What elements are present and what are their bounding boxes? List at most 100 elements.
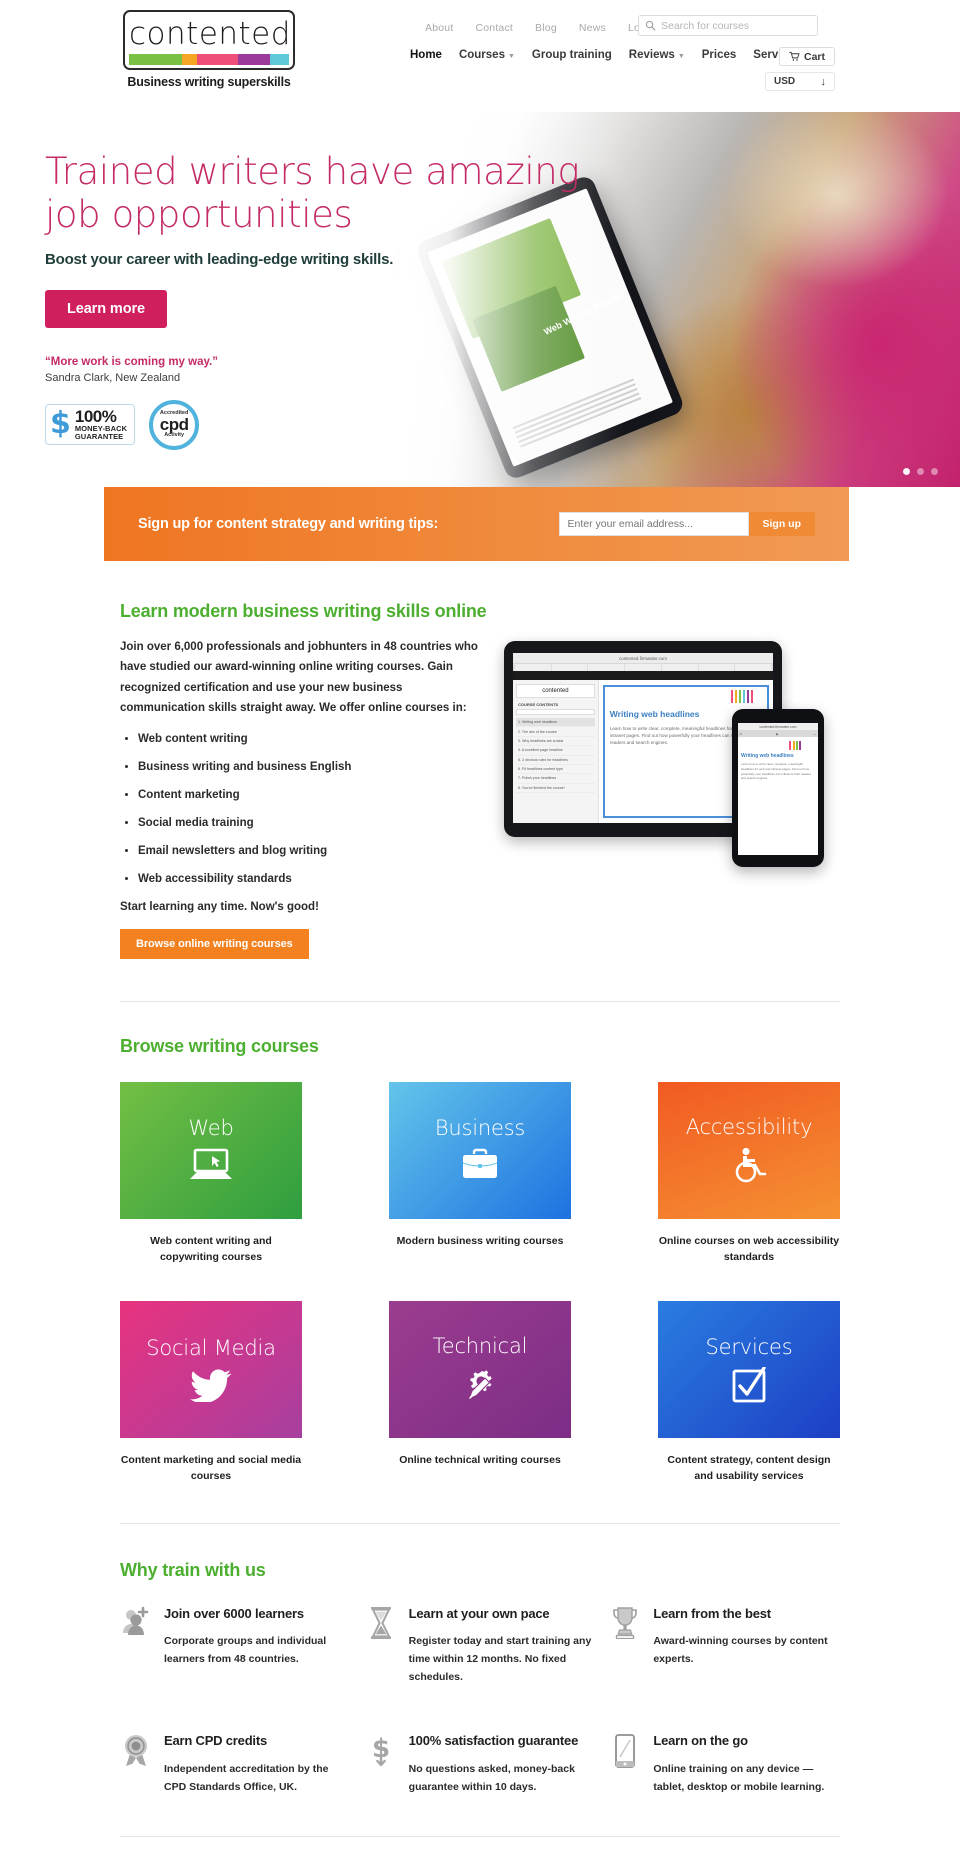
checkbox-icon — [732, 1366, 766, 1402]
tile-caption: Online courses on web accessibility stan… — [658, 1234, 840, 1263]
main-navigation: Home Courses ▼ Group training Reviews ▼ Pr… — [410, 49, 801, 61]
site-logo[interactable]: contented Business writing superskills — [123, 10, 295, 89]
tile-thumbnail[interactable]: Technical — [389, 1301, 571, 1439]
nav-item-prices[interactable]: Prices — [702, 49, 737, 61]
currency-value: USD — [774, 76, 796, 87]
why-heading: Earn CPD credits — [164, 1733, 268, 1749]
tile-caption: Online technical writing courses — [399, 1454, 561, 1467]
list-item: Social media training — [138, 816, 490, 831]
intro-text-column: Learn modern business writing skills onl… — [120, 601, 490, 959]
tablet-logo: contented — [516, 684, 595, 698]
why-item-on-the-go: Learn on the go Online training on any d… — [609, 1732, 840, 1796]
nav-item-reviews[interactable]: Reviews ▼ — [629, 49, 685, 61]
course-tile-technical[interactable]: Technical Online technical writing cours… — [389, 1301, 571, 1485]
why-text: Independent accreditation by the CPD Sta… — [164, 1762, 329, 1793]
why-title: Why train with us — [120, 1559, 266, 1580]
tile-label: Services — [705, 1334, 793, 1359]
hero-testimonial-author: Sandra Clark, New Zealand — [45, 371, 181, 384]
laptop-icon — [190, 1148, 232, 1179]
nav-item-courses[interactable]: Courses ▼ — [459, 49, 515, 61]
email-input[interactable] — [558, 512, 749, 536]
arrow-down-icon: ↓ — [820, 75, 827, 88]
course-tile-services[interactable]: Services Content strategy, content desig… — [658, 1301, 840, 1485]
hero-banner: Web Writing Bundle Trained writers have … — [0, 112, 960, 487]
tile-thumbnail[interactable]: Services — [658, 1301, 840, 1439]
phone-slide-body: Learn how to write clear, complete, mean… — [741, 762, 812, 781]
wheelchair-icon — [735, 1147, 767, 1183]
cart-button[interactable]: Cart — [779, 47, 835, 66]
course-tile-accessibility[interactable]: Accessibility Online courses on web acce… — [658, 1081, 840, 1266]
carousel-dots[interactable] — [903, 468, 938, 475]
tile-caption: Content marketing and social media cours… — [120, 1454, 302, 1483]
add-user-icon — [120, 1605, 152, 1687]
phone-slide-title: Writing web headlines — [741, 753, 794, 759]
why-item-cpd: Earn CPD credits Independent accreditati… — [120, 1732, 351, 1796]
nav-item-group-training[interactable]: Group training — [532, 49, 612, 61]
signup-button[interactable]: Sign up — [748, 512, 815, 536]
browse-courses-section: Browse writing courses Web Web content w… — [120, 1002, 840, 1485]
why-item-best: Learn from the best Award-winning course… — [609, 1605, 840, 1687]
list-item: Business writing and business English — [138, 760, 490, 775]
nav-label-prices: Prices — [701, 49, 737, 61]
carousel-dot-2[interactable] — [917, 468, 924, 475]
learn-more-button[interactable]: Learn more — [45, 289, 167, 328]
top-link-news[interactable]: News — [579, 22, 606, 34]
why-text: Online training on any device — tablet, … — [653, 1762, 825, 1793]
tablet-browser-url: contented.firmwater.com — [619, 655, 667, 661]
why-text: Award-winning courses by content experts… — [653, 1635, 828, 1666]
top-link-blog[interactable]: Blog — [535, 22, 557, 34]
briefcase-icon — [462, 1148, 498, 1178]
list-item: 5. 3 obvious rules for headlines — [516, 756, 595, 765]
tile-thumbnail[interactable]: Business — [389, 1081, 571, 1219]
why-train-section: Why train with us Join over 6000 learner… — [120, 1524, 840, 1836]
site-header: contented Business writing superskills A… — [0, 0, 960, 112]
course-tile-web[interactable]: Web Web content writing and copywriting … — [120, 1081, 302, 1266]
top-link-contact[interactable]: Contact — [475, 22, 513, 34]
list-item: Web content writing — [138, 732, 490, 747]
hero-text-block: Trained writers have amazing job opportu… — [45, 150, 645, 450]
tile-caption: Modern business writing courses — [396, 1234, 564, 1247]
course-tile-business[interactable]: Business Modern business writing courses — [389, 1081, 571, 1266]
tile-thumbnail[interactable]: Social Media — [120, 1301, 302, 1439]
tile-label: Technical — [432, 1333, 528, 1358]
money-back-badge: $ 100% MONEY-BACK GUARANTEE — [45, 404, 136, 446]
intro-paragraph: Join over 6,000 professionals and jobhun… — [120, 641, 478, 715]
top-link-about[interactable]: About — [425, 22, 453, 34]
newsletter-label: Sign up for content strategy and writing… — [138, 516, 439, 532]
tile-label: Accessibility — [685, 1115, 813, 1139]
currency-selector[interactable]: USD ↓ — [765, 72, 835, 91]
trophy-icon — [609, 1605, 641, 1687]
list-item: 4. A excellent page headline — [516, 746, 595, 756]
cpd-main-label: cpd — [159, 415, 189, 435]
hero-subheading: Boost your career with leading-edge writ… — [45, 250, 394, 268]
carousel-dot-3[interactable] — [931, 468, 938, 475]
cart-icon — [789, 51, 800, 61]
why-items-grid: Join over 6000 learners Corporate groups… — [120, 1605, 840, 1796]
list-item: 2. The aim of the course — [516, 727, 595, 737]
dollar-icon: $ — [365, 1732, 397, 1796]
browse-courses-button[interactable]: Browse online writing courses — [120, 928, 309, 959]
why-text: Register today and start training any ti… — [408, 1635, 592, 1684]
tile-thumbnail[interactable]: Accessibility — [658, 1081, 840, 1219]
nav-label-reviews: Reviews — [628, 49, 675, 61]
logo-wordmark: contented — [129, 16, 291, 52]
browse-title: Browse writing courses — [120, 1035, 319, 1056]
tile-thumbnail[interactable]: Web — [120, 1081, 302, 1219]
logo-color-bar — [129, 54, 289, 65]
intro-section: Learn modern business writing skills onl… — [120, 561, 840, 959]
money-back-line2: GUARANTEE — [74, 431, 124, 441]
tile-label: Web — [188, 1116, 234, 1140]
chevron-down-icon: ▼ — [677, 53, 685, 60]
list-item: Content marketing — [138, 788, 490, 803]
award-ribbon-icon — [120, 1732, 152, 1796]
money-back-percent: 100% — [74, 407, 117, 427]
course-tile-social-media[interactable]: Social Media Content marketing and socia… — [120, 1301, 302, 1485]
search-input[interactable]: Search for courses — [638, 15, 818, 36]
why-heading: Learn at your own pace — [408, 1605, 550, 1621]
carousel-dot-1[interactable] — [903, 468, 910, 475]
newsletter-signup-bar: Sign up for content strategy and writing… — [104, 487, 849, 561]
nav-item-home[interactable]: Home — [410, 49, 442, 61]
intro-closing-line: Start learning any time. Now's good! — [120, 900, 319, 913]
list-item: Email newsletters and blog writing — [138, 844, 490, 859]
tile-caption: Web content writing and copywriting cour… — [150, 1234, 272, 1263]
